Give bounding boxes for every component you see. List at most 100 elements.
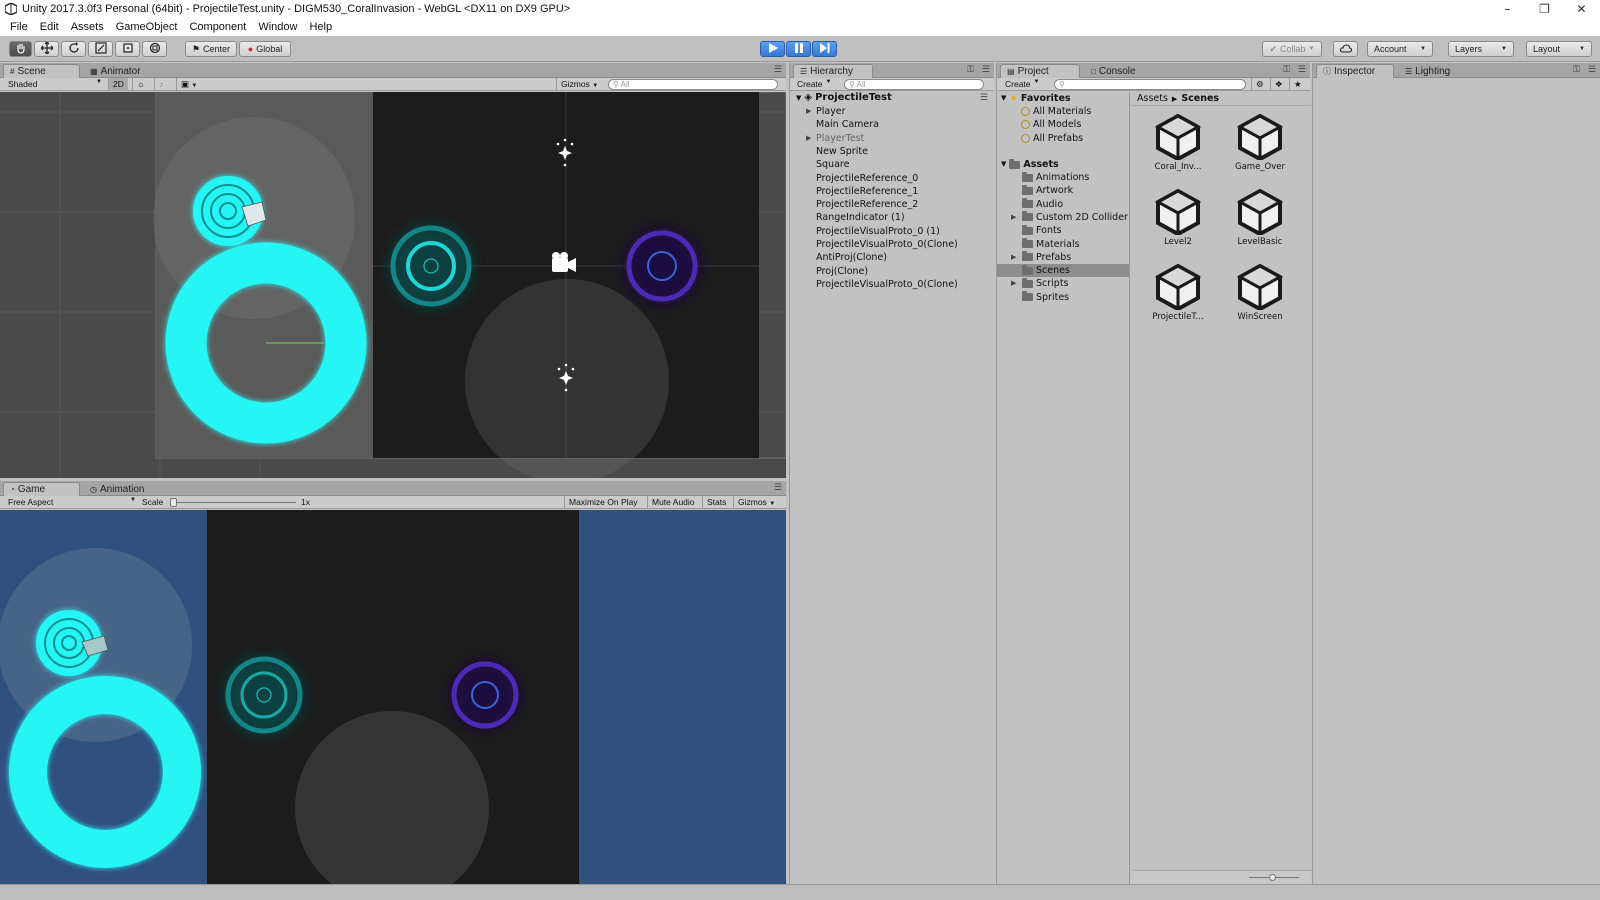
tab-inspector[interactable]: ⓘ Inspector [1316, 64, 1394, 78]
panel-menu-icon[interactable]: ☰ [982, 65, 990, 75]
pause-button[interactable] [786, 41, 811, 57]
global-local-button[interactable]: ● Global [239, 41, 291, 57]
favorite-item[interactable]: All Materials [1021, 105, 1091, 118]
game-viewport[interactable] [0, 510, 786, 884]
hierarchy-item[interactable]: ProjectileReference_2 [816, 198, 918, 211]
hierarchy-item[interactable]: Square [816, 158, 849, 171]
scene-viewport[interactable] [0, 92, 786, 478]
scene-root[interactable]: ▼ ◈ ProjectileTest [796, 92, 892, 103]
scene-asset[interactable]: LevelBasic [1225, 189, 1295, 247]
hierarchy-item[interactable]: ProjectileReference_0 [816, 172, 918, 185]
restore-button[interactable]: ❐ [1526, 0, 1563, 18]
game-gizmos-dropdown[interactable]: Gizmos ▼ [733, 496, 779, 509]
project-search-input[interactable]: ⚲ [1054, 79, 1246, 90]
tab-console[interactable]: □ Console [1085, 64, 1142, 78]
move-tool-button[interactable] [34, 41, 59, 57]
rect-tool-button[interactable] [115, 41, 140, 57]
tab-scene[interactable]: # Scene [3, 64, 80, 78]
panel-menu-icon[interactable]: ☰ [774, 483, 782, 493]
minimize-button[interactable]: – [1489, 0, 1526, 18]
hierarchy-item[interactable]: PlayerTest [816, 132, 864, 145]
folder-item[interactable]: Scenes [997, 264, 1129, 278]
tab-lighting[interactable]: ☰ Lighting [1399, 64, 1456, 78]
scene-gizmos-dropdown[interactable]: Gizmos ▼ [556, 78, 602, 91]
chevron-right-icon[interactable]: ▶ [806, 107, 811, 115]
folder-item[interactable]: Artwork [1011, 184, 1073, 197]
shading-mode-dropdown[interactable]: Shaded ▼ [8, 79, 102, 89]
scene-asset[interactable]: Level2 [1143, 189, 1213, 247]
2d-mode-toggle[interactable]: 2D [108, 78, 128, 91]
collab-button[interactable]: ✔ Collab ▼ [1262, 41, 1322, 57]
hierarchy-item[interactable]: ProjectileVisualProto_0(Clone) [816, 238, 958, 251]
panel-menu-icon[interactable]: ☰ [774, 65, 782, 75]
project-create-dropdown[interactable]: Create ▼ [1005, 79, 1039, 89]
menu-component[interactable]: Component [183, 21, 252, 33]
scale-slider-thumb[interactable] [170, 498, 177, 507]
hierarchy-search-input[interactable]: ⚲ All [844, 79, 984, 90]
folder-item[interactable]: Animations [1011, 171, 1089, 184]
scene-menu-icon[interactable]: ☰ [980, 93, 988, 103]
hierarchy-item[interactable]: ProjectileVisualProto_0 (1) [816, 225, 940, 238]
folder-item[interactable]: ▶ Scripts [1011, 277, 1069, 290]
audio-toggle[interactable]: ♪ [154, 78, 167, 91]
breadcrumb-scenes[interactable]: Scenes [1181, 93, 1219, 104]
filter-by-type-button[interactable]: ⚙ [1251, 78, 1268, 91]
tab-animator[interactable]: ▦ Animator [84, 64, 147, 78]
account-dropdown[interactable]: Account ▼ [1367, 41, 1433, 57]
mute-audio-toggle[interactable]: Mute Audio [647, 496, 699, 509]
hierarchy-item[interactable]: Proj(Clone) [816, 265, 868, 278]
chevron-right-icon[interactable]: ▶ [1011, 251, 1019, 264]
menu-assets[interactable]: Assets [65, 21, 110, 33]
assets-header[interactable]: ▼ Assets [1001, 158, 1059, 171]
folder-item[interactable]: Audio [1011, 198, 1063, 211]
lock-icon[interactable]: ⚿ [1573, 65, 1580, 75]
folder-item[interactable]: ▶ Custom 2D Collider [1011, 211, 1128, 224]
filter-by-label-button[interactable]: ❖ [1270, 78, 1287, 91]
tab-animation[interactable]: ◷ Animation [84, 482, 150, 496]
aspect-dropdown[interactable]: Free Aspect ▼ [8, 497, 136, 507]
close-button[interactable]: ✕ [1563, 0, 1600, 18]
hand-tool-button[interactable] [9, 41, 32, 57]
scene-search-input[interactable]: ⚲ All [608, 79, 778, 90]
layers-dropdown[interactable]: Layers ▼ [1448, 41, 1514, 57]
menu-gameobject[interactable]: GameObject [110, 21, 184, 33]
scale-tool-button[interactable] [88, 41, 113, 57]
lock-icon[interactable]: ⚿ [1283, 65, 1290, 75]
menu-edit[interactable]: Edit [34, 21, 65, 33]
scene-asset[interactable]: Coral_Inv... [1143, 114, 1213, 172]
menu-file[interactable]: File [4, 21, 34, 33]
tab-hierarchy[interactable]: ☰ Hierarchy [793, 64, 873, 78]
layout-dropdown[interactable]: Layout ▼ [1526, 41, 1592, 57]
effects-dropdown[interactable]: ▣ ▼ [176, 78, 201, 91]
panel-menu-icon[interactable]: ☰ [1298, 65, 1306, 75]
step-button[interactable] [812, 41, 837, 57]
play-button[interactable] [760, 41, 785, 57]
hierarchy-item[interactable]: ProjectileVisualProto_0(Clone) [816, 278, 958, 291]
transform-tool-button[interactable] [142, 41, 167, 57]
folder-item[interactable]: Materials [1011, 238, 1080, 251]
pivot-center-button[interactable]: ⚑ Center [185, 41, 237, 57]
chevron-right-icon[interactable]: ▶ [806, 134, 811, 142]
lighting-toggle[interactable]: ☼ [132, 78, 149, 91]
hierarchy-item[interactable]: New Sprite [816, 145, 868, 158]
hierarchy-create-dropdown[interactable]: Create ▼ [797, 79, 831, 89]
chevron-right-icon[interactable]: ▶ [1011, 277, 1019, 290]
stats-toggle[interactable]: Stats [702, 496, 730, 509]
hierarchy-item[interactable]: AntiProj(Clone) [816, 251, 887, 264]
hierarchy-item[interactable]: RangeIndicator (1) [816, 211, 905, 224]
cloud-button[interactable] [1333, 41, 1358, 57]
scene-asset[interactable]: WinScreen [1225, 264, 1295, 322]
maximize-on-play-toggle[interactable]: Maximize On Play [564, 496, 642, 509]
favorite-item[interactable]: All Models [1021, 118, 1081, 131]
scene-asset[interactable]: Game_Over [1225, 114, 1295, 172]
hierarchy-item[interactable]: Main Camera [816, 118, 879, 131]
folder-item[interactable]: Sprites [1011, 291, 1069, 304]
folder-item[interactable]: ▶ Prefabs [1011, 251, 1071, 264]
hierarchy-item[interactable]: Player [816, 105, 846, 118]
lock-icon[interactable]: ⚿ [967, 65, 974, 75]
scale-slider-track[interactable] [172, 502, 296, 503]
panel-menu-icon[interactable]: ☰ [1588, 65, 1596, 75]
hierarchy-item[interactable]: ProjectileReference_1 [816, 185, 918, 198]
favorite-item[interactable]: All Prefabs [1021, 132, 1083, 145]
tab-game[interactable]: ◔ Game [3, 482, 80, 496]
